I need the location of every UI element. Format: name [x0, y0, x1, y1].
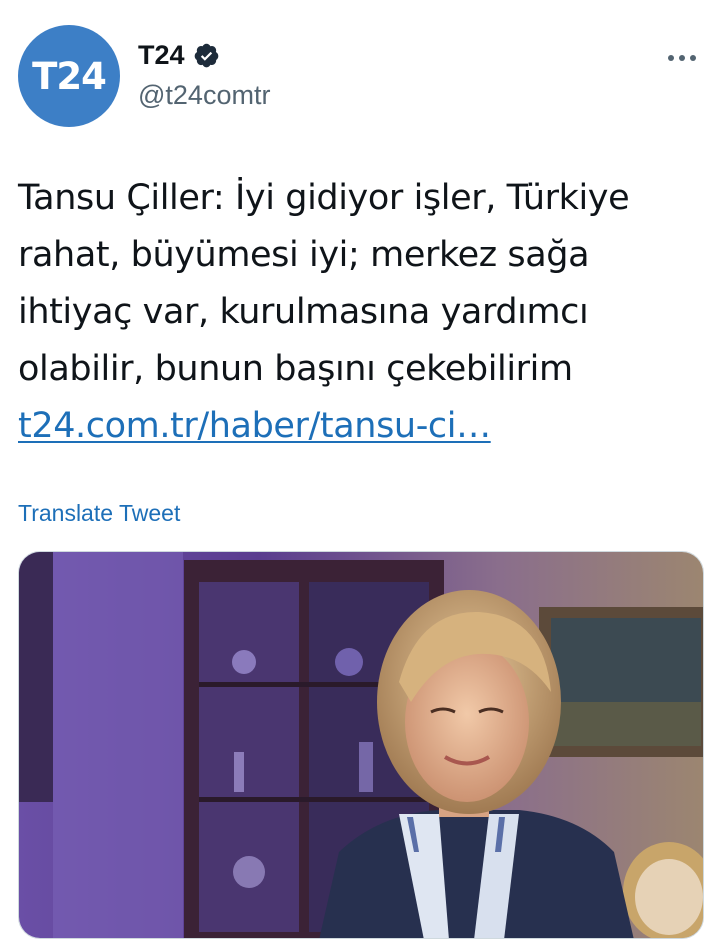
display-name[interactable]: T24 — [138, 40, 185, 71]
more-options-icon[interactable] — [668, 40, 696, 76]
tweet-text-line: rahat, büyümesi iyi; merkez sağa — [18, 235, 590, 275]
tweet-text-line: ihtiyaç var, kurulmasına yardımcı — [18, 292, 589, 332]
tweet-text-line: olabilir, bunun başını çekebilirim — [18, 349, 573, 389]
tweet-photo[interactable] — [18, 551, 704, 939]
tweet-link[interactable]: t24.com.tr/haber/tansu-ci… — [18, 406, 491, 446]
tweet-text-line: Tansu Çiller: İyi gidiyor işler, Türkiye — [18, 178, 630, 218]
avatar-text: T24 — [32, 54, 107, 98]
photo-illustration — [19, 552, 703, 938]
verified-badge-icon — [193, 42, 220, 69]
tweet-text: Tansu Çiller: İyi gidiyor işler, Türkiye… — [18, 170, 698, 455]
handle[interactable]: @t24comtr — [138, 80, 270, 111]
translate-tweet-link[interactable]: Translate Tweet — [18, 500, 180, 527]
avatar[interactable]: T24 — [18, 25, 120, 127]
tweet: T24 T24 @t24comtr Tansu Çiller: İyi gidi… — [0, 0, 716, 948]
author-name-row: T24 — [138, 40, 220, 71]
